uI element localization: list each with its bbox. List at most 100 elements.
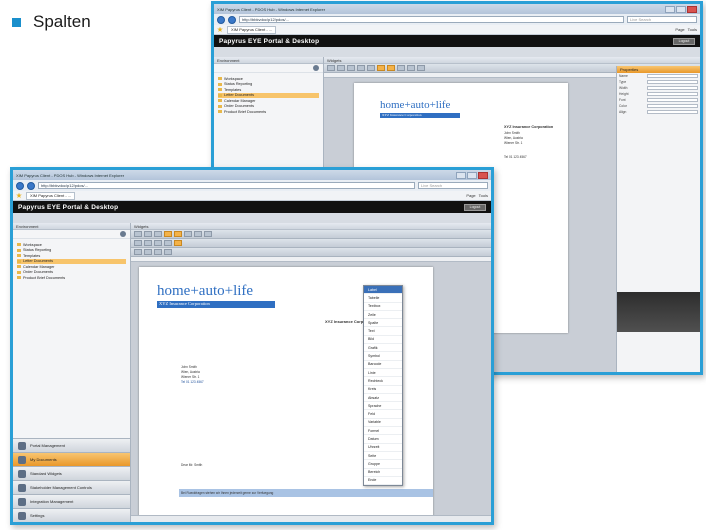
toolbar-button[interactable] (144, 231, 152, 237)
dropdown-item[interactable]: Barcode (364, 361, 402, 369)
dropdown-item[interactable]: Text (364, 327, 402, 336)
toolbar-button[interactable] (204, 231, 212, 237)
dropdown-item[interactable]: Symbol (364, 352, 402, 361)
accordion-item[interactable]: Settings (13, 508, 130, 522)
toolbar-button[interactable] (347, 65, 355, 71)
toolbar-button[interactable] (134, 249, 142, 255)
browser-tools: Page Tools (675, 27, 697, 32)
dropdown-item[interactable]: Label (364, 286, 402, 295)
maximize-button[interactable] (467, 171, 477, 179)
close-button[interactable] (687, 5, 697, 13)
close-button[interactable] (478, 171, 488, 179)
browser-tab[interactable]: XIM Papyrus Client - ... (26, 191, 76, 200)
dropdown-item[interactable]: Spalte (364, 319, 402, 328)
maximize-button[interactable] (676, 5, 686, 13)
accordion-item[interactable]: Portal Management (13, 438, 130, 452)
dropdown-item[interactable]: Absatz (364, 394, 402, 403)
accordion-item-selected[interactable]: My Documents (13, 452, 130, 466)
toolbar-button-active[interactable] (377, 65, 385, 71)
app-title: Papyrus EYE Portal & Desktop (219, 37, 320, 45)
toolbar-button[interactable] (144, 240, 152, 246)
prop-field[interactable] (647, 85, 698, 91)
favorites-star-icon[interactable] (217, 26, 223, 32)
browser-tab[interactable]: XIM Papyrus Client - ... (227, 25, 277, 34)
toolbar-button[interactable] (154, 249, 162, 255)
doc-highlight-paragraph[interactable]: Bei Rueckfragen stehen wir Ihnen jederze… (179, 489, 433, 497)
toolbar-button[interactable] (134, 231, 142, 237)
refresh-icon[interactable] (313, 65, 319, 71)
forward-arrow-icon[interactable] (27, 181, 35, 190)
toolbar-button[interactable] (407, 65, 415, 71)
toolbar-button[interactable] (357, 65, 365, 71)
toolbar-button[interactable] (194, 231, 202, 237)
left-sidebar: Environment Workspace Status Reporting T… (13, 223, 131, 522)
toolbar-button[interactable] (337, 65, 345, 71)
toolbar-button-active[interactable] (387, 65, 395, 71)
dropdown-item[interactable]: Seite (364, 452, 402, 461)
accordion-item[interactable]: Integration Management (13, 494, 130, 508)
prop-field[interactable] (647, 73, 698, 79)
toolbar-button[interactable] (154, 240, 162, 246)
toolbar-button[interactable] (164, 249, 172, 255)
toolbar-button[interactable] (417, 65, 425, 71)
search-input[interactable]: Live Search (627, 16, 697, 23)
dropdown-item[interactable]: Textbox (364, 303, 402, 311)
url-field[interactable]: http://bbkvdoc/p12/pdos/... (239, 16, 624, 23)
favorites-star-icon[interactable] (16, 192, 22, 198)
accordion-item[interactable]: Standard Widgets (13, 466, 130, 480)
prop-field[interactable] (647, 91, 698, 97)
toolbar-button-active[interactable] (174, 231, 182, 237)
refresh-icon[interactable] (120, 231, 126, 237)
tools-menu[interactable]: Tools (479, 193, 488, 198)
toolbar-button-active[interactable] (164, 231, 172, 237)
prop-field[interactable] (647, 109, 698, 115)
doc-address-line: Wiener Str. 1 (504, 141, 523, 145)
prop-field[interactable] (647, 79, 698, 85)
dropdown-item[interactable]: Tabelle (364, 294, 402, 303)
dropdown-item[interactable]: Gruppe (364, 460, 402, 469)
url-field[interactable]: http://bbkvdoc/p12/pdos/... (38, 182, 415, 189)
toolbar-button-active[interactable] (174, 240, 182, 246)
forward-arrow-icon[interactable] (228, 15, 236, 24)
dropdown-item[interactable]: Uhrzeit (364, 444, 402, 452)
dropdown-item[interactable]: Grafik (364, 344, 402, 353)
back-arrow-icon[interactable] (217, 15, 225, 24)
insert-dropdown-menu: Label Tabelle Textbox Zeile Spalte Text Bild Gr… (363, 285, 403, 487)
page-menu[interactable]: Page (675, 27, 684, 32)
tools-menu[interactable]: Tools (688, 27, 697, 32)
doc-address-line: Wien, Austria (181, 370, 200, 374)
prop-field[interactable] (647, 103, 698, 109)
dropdown-item[interactable]: Bild (364, 336, 402, 345)
prop-field[interactable] (647, 97, 698, 103)
dropdown-item[interactable]: Feld (364, 410, 402, 419)
dropdown-item[interactable]: Ende (364, 477, 402, 486)
accordion-item[interactable]: Stakeholder Management Controls (13, 480, 130, 494)
dropdown-item[interactable]: Zeile (364, 311, 402, 320)
logout-button[interactable]: Logout (673, 37, 695, 45)
dropdown-item[interactable]: Sprache (364, 402, 402, 411)
toolbar-button[interactable] (144, 249, 152, 255)
dropdown-item[interactable]: Linie (364, 369, 402, 378)
minimize-button[interactable] (456, 171, 466, 179)
toolbar-button[interactable] (184, 231, 192, 237)
dropdown-item[interactable]: Bereich (364, 469, 402, 477)
folder-icon (17, 259, 21, 263)
back-arrow-icon[interactable] (16, 181, 24, 190)
dropdown-item[interactable]: Datum (364, 435, 402, 444)
toolbar-button[interactable] (154, 231, 162, 237)
dropdown-item[interactable]: Formel (364, 427, 402, 436)
dropdown-item[interactable]: Variable (364, 419, 402, 428)
toolbar-button[interactable] (134, 240, 142, 246)
tree-node[interactable]: Product Brief Documents (17, 275, 126, 281)
toolbar-button[interactable] (164, 240, 172, 246)
toolbar-button[interactable] (367, 65, 375, 71)
search-input[interactable]: Live Search (418, 182, 488, 189)
logout-button[interactable]: Logout (464, 203, 486, 211)
dropdown-item[interactable]: Kreis (364, 386, 402, 394)
toolbar-button[interactable] (397, 65, 405, 71)
tree-node[interactable]: Product Brief Documents (218, 109, 319, 115)
page-menu[interactable]: Page (466, 193, 475, 198)
toolbar-button[interactable] (327, 65, 335, 71)
dropdown-item[interactable]: Rechteck (364, 377, 402, 386)
minimize-button[interactable] (665, 5, 675, 13)
